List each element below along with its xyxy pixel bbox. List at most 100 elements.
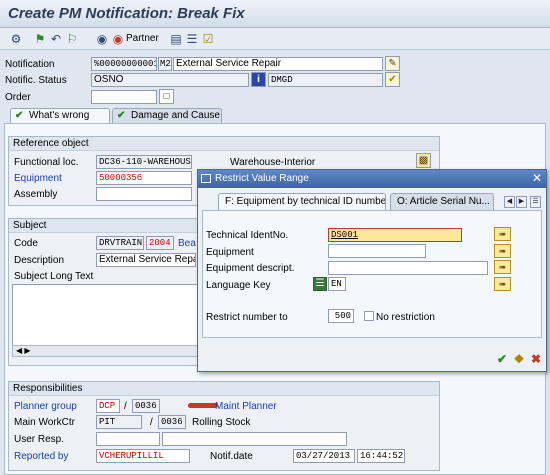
assembly-field[interactable] [96, 187, 192, 201]
confirm-check-icon[interactable]: ✔ [494, 352, 510, 366]
func-loc-description: Warehouse-Interior [230, 157, 316, 168]
close-icon[interactable]: ✕ [532, 170, 542, 187]
task-icon[interactable]: ☑ [200, 31, 216, 47]
tab-list-icon[interactable]: ☰ [530, 196, 541, 208]
planner-description: Maint Planner [215, 401, 277, 412]
tab-label: What's wrong [29, 110, 90, 121]
notification-field[interactable]: %00000000001 [91, 57, 157, 71]
find-icon[interactable]: ❖ [511, 352, 527, 366]
tab-article-serial[interactable]: O: Article Serial Nu... [390, 193, 494, 210]
language-help-icon[interactable]: ☰ [313, 277, 327, 291]
display-change-icon[interactable]: ⚙ [8, 31, 24, 47]
no-restriction-label: No restriction [376, 312, 435, 323]
description-field[interactable]: External Service Repair [96, 253, 196, 267]
equipment-label: Equipment [14, 173, 62, 184]
tech-id-field[interactable]: DS001 [328, 228, 462, 242]
hierarchy-icon[interactable]: ▩ [416, 153, 431, 168]
planner-plant-field[interactable]: 0036 [132, 399, 160, 413]
code-number-field[interactable]: 2004 [146, 236, 174, 250]
responsibilities-title: Responsibilities [9, 382, 439, 396]
language-label: Language Key [206, 280, 271, 291]
flag-icon[interactable]: ⚑ [32, 31, 48, 47]
reference-title: Reference object [9, 137, 439, 151]
window-title: Create PM Notification: Break Fix [8, 5, 245, 22]
equip-desc-label: Equipment descript. [206, 263, 295, 274]
info-icon[interactable]: i [251, 72, 266, 87]
cancel-x-icon[interactable]: ✖ [528, 352, 544, 366]
tab-equipment-by-tech-id[interactable]: F: Equipment by technical ID number [218, 193, 386, 210]
long-text-editor[interactable] [12, 284, 198, 346]
func-loc-label: Functional loc. [14, 157, 79, 168]
slash-separator: / [124, 401, 127, 412]
equipment-label: Equipment [206, 247, 254, 258]
status-user-field[interactable]: DMGD [268, 73, 383, 87]
notif-date-label: Notif.date [210, 451, 253, 462]
tech-id-label: Technical IdentNo. [206, 230, 289, 241]
multiple-selection-icon[interactable]: ➠ [494, 244, 511, 258]
user-resp-name-field[interactable] [162, 432, 347, 446]
status-detail-icon[interactable]: ✔ [385, 72, 400, 87]
code-description: Bea [178, 238, 196, 249]
undo-icon[interactable]: ↶ [48, 31, 64, 47]
reported-by-label: Reported by [14, 451, 69, 462]
order-field[interactable] [91, 90, 157, 104]
redaction-mark [188, 403, 218, 408]
equipment-field[interactable]: 50000356 [96, 171, 192, 185]
check-icon: ✔ [15, 110, 24, 121]
workctr-field[interactable]: PIT [96, 415, 142, 429]
long-text-label: Subject Long Text [14, 271, 94, 282]
title-bar: Create PM Notification: Break Fix [0, 0, 550, 28]
equip-desc-field[interactable] [328, 261, 488, 275]
equipment-field[interactable] [328, 244, 426, 258]
flag-alt-icon[interactable]: ⚐ [64, 31, 80, 47]
partner-icon[interactable]: ◉ [110, 31, 126, 47]
notif-date-field[interactable]: 03/27/2013 [293, 449, 355, 463]
workctr-description: Rolling Stock [192, 417, 251, 428]
code-field[interactable]: DRVTRAIN [96, 236, 144, 250]
code-label: Code [14, 238, 38, 249]
document-icon[interactable]: ▤ [168, 31, 184, 47]
workctr-label: Main WorkCtr [14, 417, 75, 428]
order-doc-icon[interactable]: □ [159, 89, 174, 104]
window-icon [201, 174, 211, 183]
notif-time-field[interactable]: 16:44:52 [357, 449, 405, 463]
tab-scroll-right-icon[interactable]: ▶ [516, 196, 527, 208]
restrict-number-label: Restrict number to [206, 312, 288, 323]
user-resp-field[interactable] [96, 432, 160, 446]
tab-label: Damage and Cause [131, 110, 220, 121]
order-label: Order [5, 92, 31, 103]
dialog-title: Restrict Value Range [215, 173, 309, 184]
reported-by-field[interactable]: VCHERUPILLIL [96, 449, 190, 463]
assembly-label: Assembly [14, 189, 58, 200]
check-icon: ✔ [117, 110, 126, 121]
func-loc-field[interactable]: DC36-110-WAREHOUSE [96, 155, 192, 169]
tab-damage-cause[interactable]: ✔ Damage and Cause [112, 108, 222, 124]
tab-whats-wrong[interactable]: ✔ What's wrong [10, 108, 110, 124]
workctr-plant-field[interactable]: 0036 [158, 415, 186, 429]
tab-scroll-left-icon[interactable]: ◀ [504, 196, 515, 208]
subject-title: Subject [9, 219, 197, 233]
partner-button[interactable]: Partner [126, 33, 159, 44]
language-field[interactable]: EN [328, 277, 346, 291]
description-label: Description [14, 255, 65, 266]
edit-long-text-icon[interactable]: ✎ [385, 56, 400, 71]
planner-group-field[interactable]: DCP [96, 399, 120, 413]
planner-group-label: Planner group [14, 401, 77, 412]
list-icon[interactable]: ☰ [184, 31, 200, 47]
notification-label: Notification [5, 59, 55, 70]
application-toolbar: ⚙ ⚑ ↶ ⚐ ◉ ◉ Partner ▤ ☰ ☑ [0, 28, 550, 50]
user-resp-label: User Resp. [14, 434, 65, 445]
multiple-selection-icon[interactable]: ➠ [494, 277, 511, 291]
binoculars-icon[interactable]: ◉ [94, 31, 110, 47]
notification-text-field[interactable]: External Service Repair [173, 57, 383, 71]
status-label: Notific. Status [5, 75, 67, 86]
multiple-selection-icon[interactable]: ➠ [494, 260, 511, 274]
slash-separator: / [150, 417, 153, 428]
restrict-value-range-dialog: Restrict Value Range ✕ F: Equipment by t… [197, 169, 547, 372]
status-field[interactable]: OSNO [91, 73, 249, 87]
restrict-number-field[interactable]: 500 [328, 309, 354, 323]
notification-type-field[interactable]: M2 [158, 57, 172, 71]
no-restriction-checkbox[interactable] [364, 311, 374, 321]
long-text-scrollbar[interactable]: ◀ ▶ [12, 345, 198, 357]
multiple-selection-icon[interactable]: ➠ [494, 227, 511, 241]
